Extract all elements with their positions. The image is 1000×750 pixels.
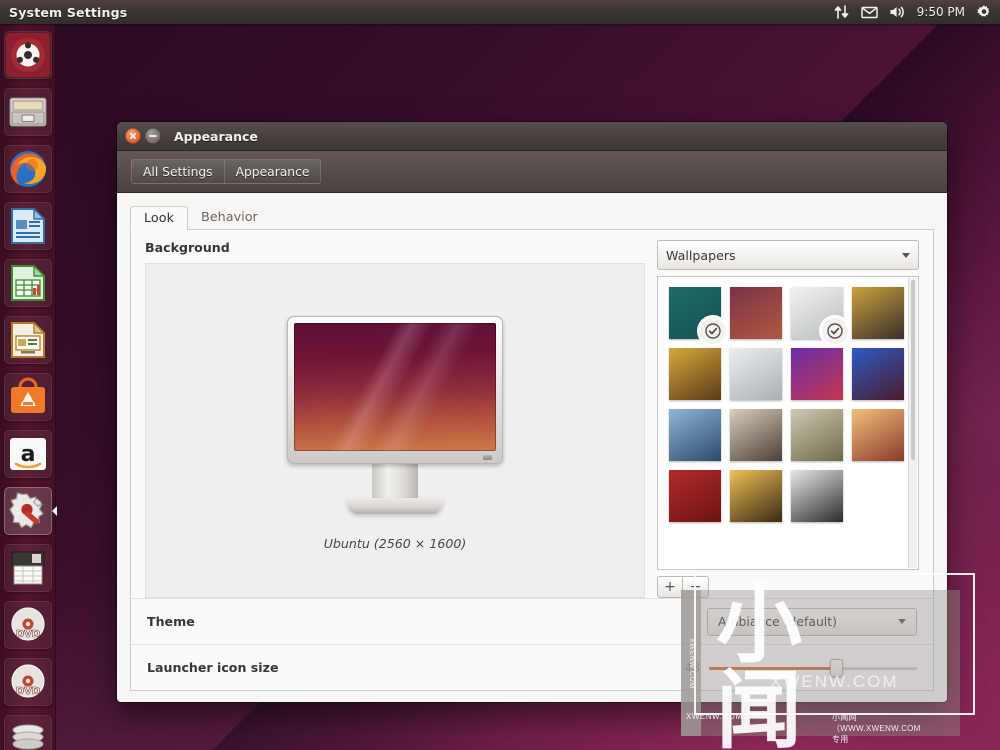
wallpaper-thumbnail[interactable] (791, 409, 843, 461)
launcher-item-dvd-drive-2[interactable]: DVD (3, 658, 52, 706)
wallpaper-scrollbar-thumb[interactable] (911, 280, 915, 460)
launcher-item-workspace-switcher[interactable] (3, 544, 52, 592)
theme-controls: Ambiance (default) (707, 607, 917, 636)
remove-wallpaper-button[interactable]: − (683, 576, 709, 598)
wallpaper-thumbnail[interactable] (669, 287, 726, 344)
launcher-item-libreoffice-writer[interactable] (3, 202, 52, 250)
wallpaper-source-value: Wallpapers (666, 247, 736, 263)
launcher-item-ubuntu-dash[interactable] (3, 31, 52, 79)
launcher-icon-size-slider[interactable] (709, 658, 917, 677)
window-title: Appearance (174, 128, 258, 144)
wallpaper-thumbnail[interactable] (730, 409, 782, 461)
chevron-down-icon (898, 619, 906, 624)
gear-icon[interactable] (976, 0, 992, 24)
window-body: Look Behavior Background Ubuntu (2560 × … (117, 193, 947, 702)
launcher-item-amazon[interactable]: a (3, 430, 52, 478)
monitor-preview-area: Ubuntu (2560 × 1600) (145, 263, 645, 598)
monitor-graphic (287, 316, 503, 514)
theme-value: Ambiance (default) (718, 614, 837, 629)
wallpaper-picker-column: Wallpapers + − (657, 240, 919, 598)
close-icon[interactable] (125, 128, 141, 144)
tab-strip: Look Behavior (130, 204, 934, 231)
network-transfer-icon[interactable] (834, 0, 850, 24)
wallpaper-thumbnail[interactable] (669, 409, 721, 461)
monitor-base (347, 498, 443, 514)
monitor-led (483, 455, 492, 460)
top-panel: System Settings 9:50 PM (0, 0, 1000, 24)
tab-look[interactable]: Look (130, 206, 188, 231)
launcher-icon-size-row: Launcher icon size 48 (131, 644, 933, 690)
launcher-item-libreoffice-calc[interactable] (3, 259, 52, 307)
chevron-down-icon (902, 252, 910, 258)
launcher-item-files[interactable] (3, 88, 52, 136)
wallpaper-thumbnail[interactable] (791, 470, 843, 522)
wallpaper-source-dropdown[interactable]: Wallpapers (657, 240, 919, 270)
theme-dropdown[interactable]: Ambiance (default) (707, 607, 917, 636)
launcher-icon-size-controls: 48 (684, 658, 917, 677)
theme-row: Theme Ambiance (default) (131, 598, 933, 644)
wallpaper-thumbnail[interactable] (791, 348, 843, 400)
wallpaper-thumbnail[interactable] (730, 470, 782, 522)
appearance-window: Appearance All Settings Appearance Look … (117, 122, 947, 702)
slider-knob[interactable] (829, 658, 843, 677)
launcher-icon-size-value: 48 (684, 660, 700, 675)
monitor-screen-wallpaper (294, 323, 496, 451)
mail-icon[interactable] (860, 0, 878, 24)
launcher-item-system-settings[interactable] (3, 487, 57, 535)
theme-label: Theme (147, 614, 195, 629)
svg-text:DVD: DVD (15, 686, 39, 697)
wallpaper-thumbnail[interactable] (852, 287, 904, 339)
minimize-icon[interactable] (145, 128, 161, 144)
panel-clock[interactable]: 9:50 PM (917, 5, 965, 19)
wallpaper-thumbnail[interactable] (730, 348, 782, 400)
panel-indicator-area: 9:50 PM (834, 0, 1000, 24)
background-preview-column: Background Ubuntu (2560 × 1600) (145, 240, 645, 598)
wallpaper-thumbnail[interactable] (730, 287, 782, 339)
wallpaper-scrollbar[interactable] (908, 278, 917, 568)
breadcrumb-all-settings[interactable]: All Settings (131, 159, 224, 184)
monitor-neck (372, 464, 418, 498)
monitor-caption: Ubuntu (2560 × 1600) (323, 536, 467, 551)
check-icon (822, 318, 848, 344)
unity-launcher: a DVD DVD (0, 24, 57, 750)
panel-app-title[interactable]: System Settings (9, 5, 127, 20)
launcher-item-trash[interactable] (3, 715, 52, 750)
volume-icon[interactable] (889, 0, 906, 24)
launcher-item-dvd-drive-1[interactable]: DVD (3, 601, 52, 649)
background-section: Background Ubuntu (2560 × 1600) Wallpape… (131, 230, 933, 598)
wallpaper-grid (658, 277, 918, 532)
look-tab-panel: Background Ubuntu (2560 × 1600) Wallpape… (130, 230, 934, 691)
window-toolbar: All Settings Appearance (117, 151, 947, 193)
window-titlebar[interactable]: Appearance (117, 122, 947, 151)
wallpaper-thumbnail[interactable] (852, 348, 904, 400)
monitor-bezel (287, 316, 503, 464)
slider-fill (709, 666, 838, 670)
wallpaper-grid-container (657, 276, 919, 570)
background-section-label: Background (145, 240, 230, 255)
launcher-item-ubuntu-software-center[interactable] (3, 373, 52, 421)
wallpaper-thumbnail[interactable] (669, 470, 721, 522)
wallpaper-thumbnail[interactable] (669, 348, 721, 400)
launcher-icon-size-label: Launcher icon size (147, 660, 279, 675)
wallpaper-add-remove-buttons: + − (657, 576, 919, 598)
breadcrumb-appearance[interactable]: Appearance (223, 159, 322, 184)
wallpaper-thumbnail[interactable] (852, 409, 904, 461)
launcher-item-libreoffice-impress[interactable] (3, 316, 52, 364)
add-wallpaper-button[interactable]: + (657, 576, 683, 598)
launcher-item-firefox[interactable] (3, 145, 52, 193)
check-icon (700, 318, 726, 344)
wallpaper-thumbnail[interactable] (791, 287, 848, 344)
svg-text:a: a (20, 442, 35, 467)
tab-behavior[interactable]: Behavior (188, 205, 271, 230)
svg-text:DVD: DVD (15, 629, 39, 640)
